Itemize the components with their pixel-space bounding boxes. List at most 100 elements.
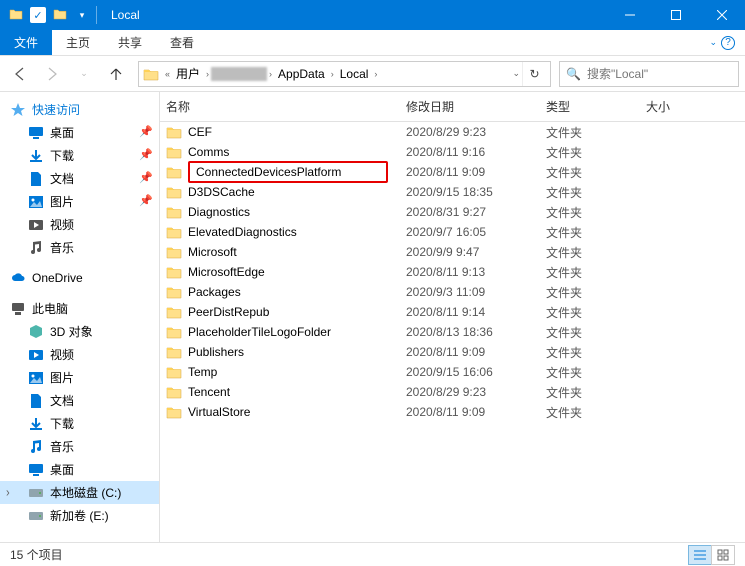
table-row[interactable]: Diagnostics 2020/8/31 9:27 文件夹 [160,202,745,222]
col-size[interactable]: 大小 [646,98,745,115]
table-row[interactable]: CEF 2020/8/29 9:23 文件夹 [160,122,745,142]
chevron-right-icon[interactable]: › [267,69,274,79]
quick-access-header[interactable]: 快速访问 [0,98,159,121]
file-date: 2020/8/11 9:13 [406,265,546,279]
chevron-left-icon[interactable]: « [163,69,172,79]
chevron-down-icon[interactable]: ▾ [74,7,90,23]
breadcrumb-redacted[interactable] [211,67,267,81]
sidebar-item[interactable]: 音乐 [0,435,159,458]
sidebar-item[interactable]: 视频 [0,213,159,236]
table-row[interactable]: VirtualStore 2020/8/11 9:09 文件夹 [160,402,745,422]
table-row[interactable]: Packages 2020/9/3 11:09 文件夹 [160,282,745,302]
qa-overflow-icon[interactable] [52,7,68,23]
maximize-button[interactable] [653,0,699,30]
file-name: Packages [188,285,241,299]
sidebar-item[interactable]: 音乐 [0,236,159,259]
sidebar-item[interactable]: 下载📌 [0,144,159,167]
sidebar[interactable]: 快速访问桌面📌下载📌文档📌图片📌视频音乐OneDrive此电脑3D 对象视频图片… [0,92,160,542]
folder-icon [166,265,182,279]
table-row[interactable]: MicrosoftEdge 2020/8/11 9:13 文件夹 [160,262,745,282]
folder-icon [166,245,182,259]
col-type[interactable]: 类型 [546,98,646,115]
item-icon [28,370,44,386]
table-row[interactable]: ElevatedDiagnostics 2020/9/7 16:05 文件夹 [160,222,745,242]
separator [96,6,97,24]
history-dropdown[interactable]: ⌄ [70,60,98,88]
ribbon-expand[interactable]: ⌄? [699,30,745,55]
sidebar-item[interactable]: 本地磁盘 (C:) [0,481,159,504]
table-row[interactable]: PlaceholderTileLogoFolder 2020/8/13 18:3… [160,322,745,342]
back-button[interactable] [6,60,34,88]
sidebar-item[interactable]: 3D 对象 [0,320,159,343]
sidebar-item[interactable]: 桌面 [0,458,159,481]
file-name: Diagnostics [188,205,250,219]
onedrive-header[interactable]: OneDrive [0,267,159,289]
file-name: CEF [188,125,212,139]
close-button[interactable] [699,0,745,30]
file-type: 文件夹 [546,284,646,301]
file-date: 2020/9/3 11:09 [406,285,546,299]
column-headers: 名称 修改日期 类型 大小 [160,92,745,122]
file-name: PlaceholderTileLogoFolder [188,325,331,339]
sidebar-item[interactable]: 下载 [0,412,159,435]
titlebar: ✓ ▾ Local [0,0,745,30]
breadcrumb[interactable]: AppData [274,62,329,86]
sidebar-item[interactable]: 文档📌 [0,167,159,190]
forward-button[interactable] [38,60,66,88]
this-pc-header[interactable]: 此电脑 [0,297,159,320]
chevron-right-icon[interactable]: › [204,69,211,79]
minimize-button[interactable] [607,0,653,30]
file-type: 文件夹 [546,264,646,281]
sidebar-item[interactable]: 图片📌 [0,190,159,213]
folder-icon [143,67,159,81]
chevron-right-icon[interactable]: › [372,69,379,79]
file-type: 文件夹 [546,344,646,361]
table-row[interactable]: ConnectedDevicesPlatform 2020/8/11 9:09 … [160,162,745,182]
folder-icon [166,165,182,179]
sidebar-item[interactable]: 视频 [0,343,159,366]
tab-share[interactable]: 共享 [104,30,156,55]
tab-view[interactable]: 查看 [156,30,208,55]
filelist[interactable]: CEF 2020/8/29 9:23 文件夹 Comms 2020/8/11 9… [160,122,745,542]
star-icon [10,102,26,118]
col-date[interactable]: 修改日期 [406,98,546,115]
qa-checkbox-icon[interactable]: ✓ [30,7,46,23]
item-icon [28,240,44,256]
addressbar-dropdown[interactable]: ⌄ [510,68,522,79]
breadcrumb[interactable]: 用户 [172,62,204,86]
folder-icon [166,365,182,379]
addressbar[interactable]: « 用户 › › AppData › Local › ⌄ ↻ [138,61,551,87]
col-name[interactable]: 名称 [166,98,406,115]
item-icon [28,393,44,409]
breadcrumb[interactable]: Local [336,62,373,86]
sidebar-item[interactable]: 桌面📌 [0,121,159,144]
chevron-right-icon[interactable]: › [329,69,336,79]
view-details-button[interactable] [688,545,712,565]
folder-icon [166,185,182,199]
up-button[interactable] [102,60,130,88]
table-row[interactable]: PeerDistRepub 2020/8/11 9:14 文件夹 [160,302,745,322]
tab-home[interactable]: 主页 [52,30,104,55]
pin-icon: 📌 [139,171,153,184]
table-row[interactable]: Microsoft 2020/9/9 9:47 文件夹 [160,242,745,262]
sidebar-item[interactable]: 新加卷 (E:) [0,504,159,527]
file-date: 2020/8/11 9:14 [406,305,546,319]
navbar: ⌄ « 用户 › › AppData › Local › ⌄ ↻ 🔍 搜索"Lo… [0,56,745,92]
view-icons-button[interactable] [711,545,735,565]
folder-icon [166,285,182,299]
file-date: 2020/9/7 16:05 [406,225,546,239]
table-row[interactable]: Publishers 2020/8/11 9:09 文件夹 [160,342,745,362]
help-icon[interactable]: ? [721,36,735,50]
file-tab[interactable]: 文件 [0,30,52,55]
refresh-button[interactable]: ↻ [522,62,546,86]
table-row[interactable]: Temp 2020/9/15 16:06 文件夹 [160,362,745,382]
table-row[interactable]: D3DSCache 2020/9/15 18:35 文件夹 [160,182,745,202]
sidebar-item[interactable]: 文档 [0,389,159,412]
folder-icon [166,385,182,399]
file-date: 2020/8/11 9:09 [406,165,546,179]
search-input[interactable]: 🔍 搜索"Local" [559,61,739,87]
ribbon: 文件 主页 共享 查看 ⌄? [0,30,745,56]
table-row[interactable]: Tencent 2020/8/29 9:23 文件夹 [160,382,745,402]
sidebar-item[interactable]: 图片 [0,366,159,389]
table-row[interactable]: Comms 2020/8/11 9:16 文件夹 [160,142,745,162]
